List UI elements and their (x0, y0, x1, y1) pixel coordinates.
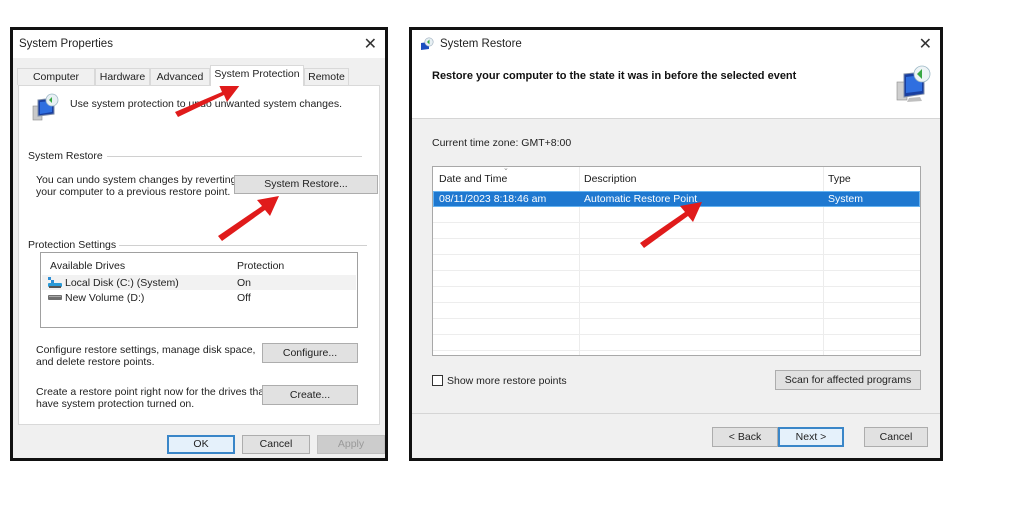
system-restore-large-icon (896, 65, 931, 102)
drive-icon (48, 295, 62, 300)
timezone-label: Current time zone: GMT+8:00 (432, 137, 572, 149)
intro-text: Use system protection to undo unwanted s… (70, 98, 342, 110)
group-divider (119, 245, 367, 246)
column-header-protection[interactable]: Protection (237, 260, 284, 272)
cancel-button[interactable]: Cancel (864, 427, 928, 447)
empty-row (433, 207, 920, 223)
restore-point-description: Automatic Restore Point (584, 193, 698, 205)
show-more-restore-points-checkbox[interactable] (432, 375, 443, 386)
column-header-date-and-time[interactable]: Date and Time (439, 173, 507, 185)
empty-row (433, 335, 920, 351)
restore-points-list[interactable]: Date and Time ⌄ Description Type 08/11/2… (432, 166, 921, 356)
column-header-type[interactable]: Type (828, 173, 851, 185)
drive-protection-status: On (237, 277, 252, 289)
drive-protection-status: Off (237, 292, 251, 304)
configure-description-2: and delete restore points. (36, 356, 155, 368)
tab-remote[interactable]: Remote (304, 68, 349, 85)
apply-button[interactable]: Apply (317, 435, 385, 454)
wizard-heading: Restore your computer to the state it wa… (432, 70, 797, 82)
list-header: Date and Time ⌄ Description Type (433, 167, 920, 187)
sort-chevron-icon: ⌄ (503, 166, 509, 172)
title-bar: System Properties ✕ (13, 30, 385, 58)
cancel-button[interactable]: Cancel (242, 435, 310, 454)
back-button[interactable]: < Back (712, 427, 778, 447)
tab-hardware[interactable]: Hardware (95, 68, 150, 85)
restore-point-type: System (828, 193, 864, 205)
empty-row (433, 303, 920, 319)
tab-advanced[interactable]: Advanced (150, 68, 210, 85)
column-header-available-drives[interactable]: Available Drives (50, 260, 125, 272)
ok-button[interactable]: OK (167, 435, 235, 454)
wizard-header: System Restore ✕ Restore your computer t… (412, 30, 940, 119)
tab-system-protection[interactable]: System Protection (210, 65, 304, 86)
close-icon[interactable]: ✕ (364, 34, 377, 54)
restore-point-date: 08/11/2023 8:18:46 am (439, 193, 547, 205)
system-protection-icon (32, 93, 59, 121)
drive-name: New Volume (D:) (65, 292, 145, 304)
protection-settings-group-label: Protection Settings (28, 239, 117, 251)
empty-row (433, 255, 920, 271)
create-description-2: have system protection turned on. (36, 398, 195, 410)
system-restore-window: System Restore ✕ Restore your computer t… (409, 27, 943, 461)
drive-row[interactable]: Local Disk (C:) (System) On (42, 275, 356, 290)
empty-row (433, 319, 920, 335)
empty-row (433, 271, 920, 287)
configure-description-1: Configure restore settings, manage disk … (36, 344, 256, 356)
system-protection-panel: Use system protection to undo unwanted s… (18, 85, 380, 425)
empty-row (433, 223, 920, 239)
system-restore-description-1: You can undo system changes by reverting (36, 174, 237, 186)
drive-row[interactable]: New Volume (D:) Off (42, 290, 356, 305)
system-drive-icon (48, 277, 62, 288)
close-icon[interactable]: ✕ (919, 34, 932, 54)
column-header-description[interactable]: Description (584, 173, 637, 185)
system-restore-description-2: your computer to a previous restore poin… (36, 186, 231, 198)
footer-divider (412, 413, 940, 414)
drive-name: Local Disk (C:) (System) (65, 277, 179, 289)
create-button[interactable]: Create... (262, 385, 358, 405)
window-title: System Properties (19, 38, 113, 50)
system-properties-window: System Properties ✕ Computer Name Hardwa… (10, 27, 388, 461)
system-restore-button[interactable]: System Restore... (234, 175, 378, 194)
next-button[interactable]: Next > (778, 427, 844, 447)
create-description-1: Create a restore point right now for the… (36, 386, 268, 398)
tab-computer-name[interactable]: Computer Name (17, 68, 95, 99)
show-more-restore-points-label[interactable]: Show more restore points (447, 375, 567, 387)
window-title: System Restore (440, 38, 522, 50)
empty-row (433, 239, 920, 255)
drives-list[interactable]: Available Drives Protection Local Disk (… (40, 252, 358, 328)
empty-row (433, 287, 920, 303)
group-divider (107, 156, 362, 157)
scan-affected-programs-button[interactable]: Scan for affected programs (775, 370, 921, 390)
system-restore-app-icon (421, 37, 434, 50)
restore-point-row[interactable]: 08/11/2023 8:18:46 am Automatic Restore … (433, 191, 920, 207)
system-restore-group-label: System Restore (28, 150, 103, 162)
configure-button[interactable]: Configure... (262, 343, 358, 363)
